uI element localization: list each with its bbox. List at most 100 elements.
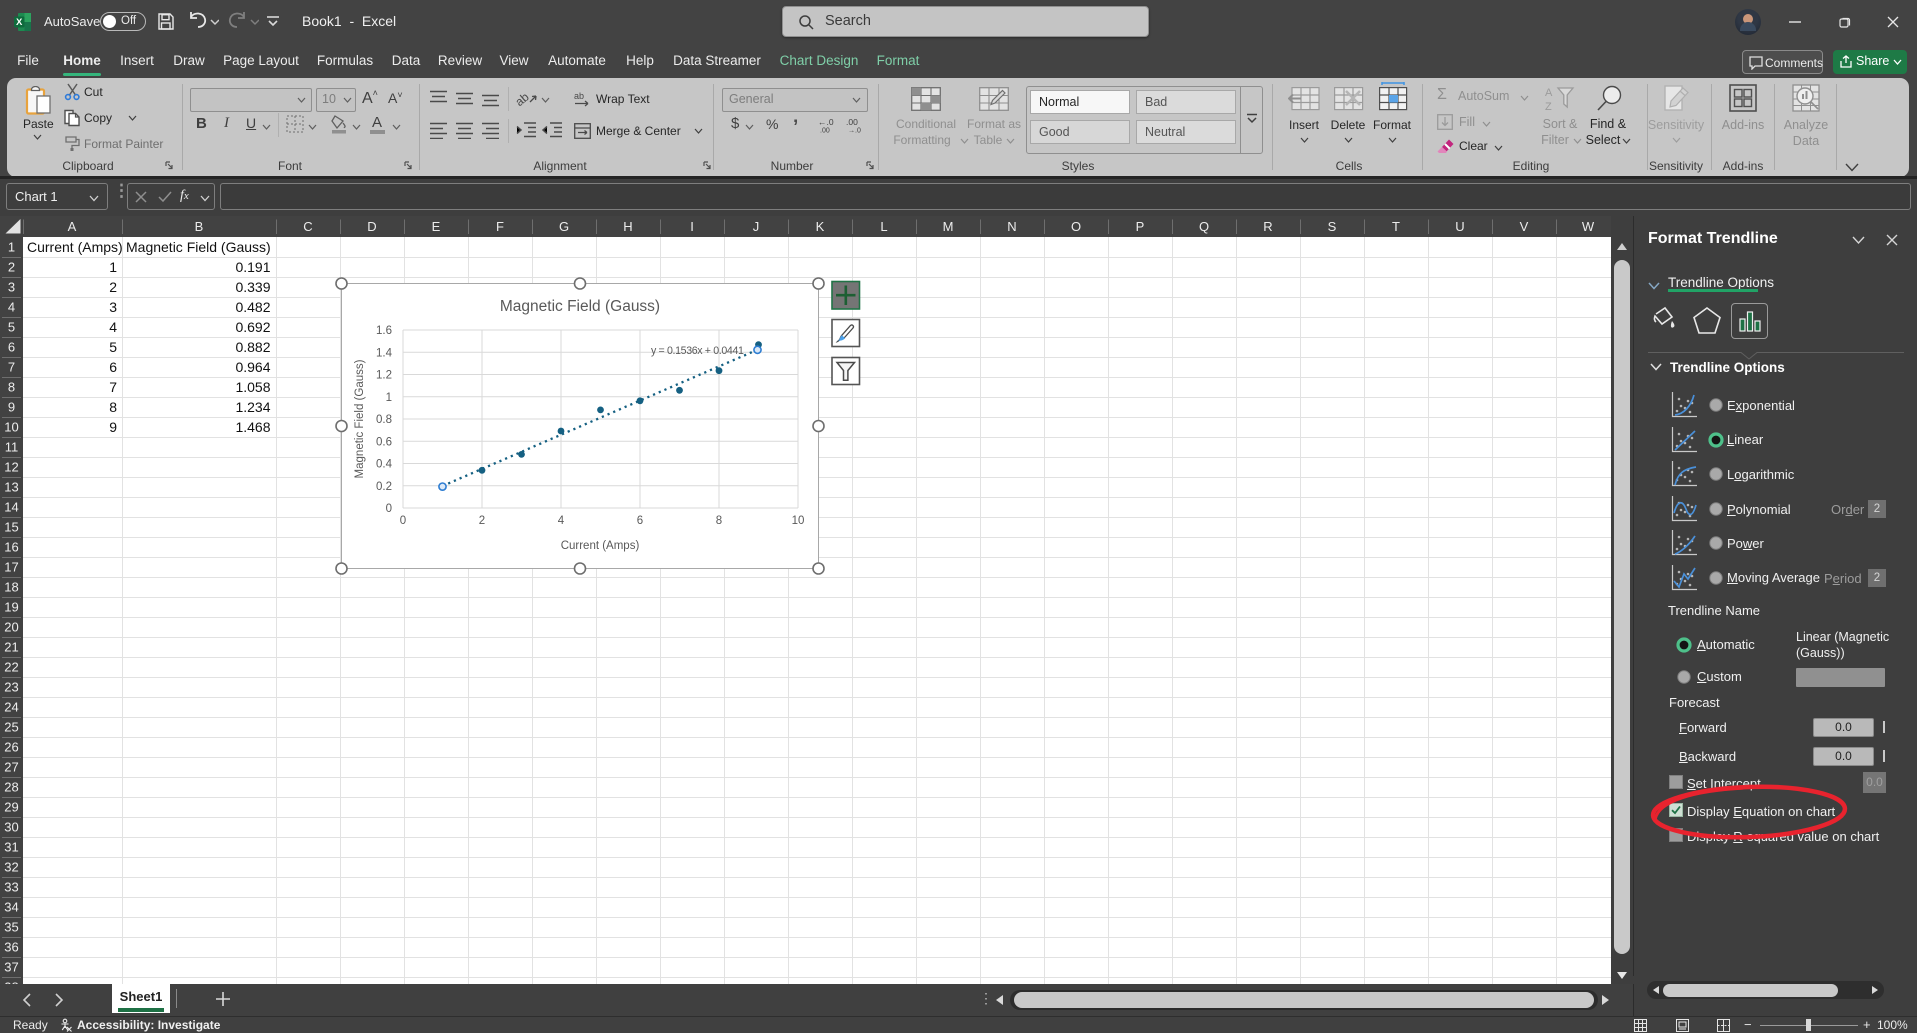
svg-text:S: S bbox=[1328, 219, 1337, 234]
svg-text:13: 13 bbox=[4, 480, 18, 495]
svg-text:E: E bbox=[432, 219, 441, 234]
svg-text:6: 6 bbox=[109, 359, 117, 375]
svg-text:ab: ab bbox=[574, 91, 584, 101]
svg-text:Magnetic Field (Gauss): Magnetic Field (Gauss) bbox=[354, 359, 366, 478]
svg-text:7: 7 bbox=[109, 379, 117, 395]
svg-text:Z: Z bbox=[1545, 101, 1552, 112]
svg-text:1.058: 1.058 bbox=[235, 379, 270, 395]
svg-text:0.482: 0.482 bbox=[235, 299, 270, 315]
svg-text:14: 14 bbox=[4, 500, 18, 515]
svg-text:15: 15 bbox=[4, 520, 18, 535]
svg-text:F: F bbox=[496, 219, 504, 234]
svg-text:4: 4 bbox=[558, 515, 565, 527]
svg-text:1.234: 1.234 bbox=[235, 399, 270, 415]
svg-text:Current (Amps): Current (Amps) bbox=[27, 239, 123, 255]
svg-text:29: 29 bbox=[4, 800, 18, 815]
svg-text:→.0: →.0 bbox=[848, 128, 861, 134]
svg-text:Current (Amps): Current (Amps) bbox=[561, 540, 640, 552]
svg-text:L: L bbox=[880, 219, 887, 234]
svg-text:37: 37 bbox=[4, 960, 18, 975]
svg-text:Magnetic Field (Gauss): Magnetic Field (Gauss) bbox=[126, 239, 271, 255]
svg-text:0.6: 0.6 bbox=[376, 436, 392, 448]
svg-text:19: 19 bbox=[4, 600, 18, 615]
svg-text:0.692: 0.692 bbox=[235, 319, 270, 335]
svg-text:35: 35 bbox=[4, 920, 18, 935]
svg-text:.00: .00 bbox=[820, 128, 830, 134]
svg-text:2: 2 bbox=[479, 515, 485, 527]
svg-text:R: R bbox=[1263, 219, 1272, 234]
svg-text:C: C bbox=[303, 219, 312, 234]
svg-text:9: 9 bbox=[109, 419, 117, 435]
svg-text:B: B bbox=[195, 219, 204, 234]
svg-text:36: 36 bbox=[4, 940, 18, 955]
svg-text:O: O bbox=[1071, 219, 1081, 234]
svg-text:1: 1 bbox=[8, 240, 15, 255]
svg-text:16: 16 bbox=[4, 540, 18, 555]
svg-text:W: W bbox=[1582, 219, 1595, 234]
svg-text:←.0: ←.0 bbox=[818, 117, 834, 127]
svg-text:1.468: 1.468 bbox=[235, 419, 270, 435]
svg-text:0.882: 0.882 bbox=[235, 339, 270, 355]
svg-text:3: 3 bbox=[109, 299, 117, 315]
svg-text:N: N bbox=[1007, 219, 1016, 234]
svg-text:0.191: 0.191 bbox=[235, 259, 270, 275]
svg-text:y = 0.1536x + 0.0441: y = 0.1536x + 0.0441 bbox=[651, 345, 744, 357]
svg-text:1.4: 1.4 bbox=[376, 347, 393, 359]
svg-text:22: 22 bbox=[4, 660, 18, 675]
svg-text:7: 7 bbox=[8, 360, 15, 375]
svg-text:31: 31 bbox=[4, 840, 18, 855]
svg-text:18: 18 bbox=[4, 580, 18, 595]
svg-text:33: 33 bbox=[4, 880, 18, 895]
svg-text:D: D bbox=[367, 219, 376, 234]
svg-text:5: 5 bbox=[109, 339, 117, 355]
svg-text:0: 0 bbox=[400, 515, 406, 527]
svg-text:27: 27 bbox=[4, 760, 18, 775]
svg-text:4: 4 bbox=[8, 300, 15, 315]
svg-text:I: I bbox=[690, 219, 694, 234]
svg-text:8: 8 bbox=[8, 380, 15, 395]
svg-text:ab: ab bbox=[516, 90, 532, 110]
svg-text:J: J bbox=[753, 219, 760, 234]
svg-text:21: 21 bbox=[4, 640, 18, 655]
svg-text:1.6: 1.6 bbox=[376, 325, 392, 337]
svg-text:A: A bbox=[68, 219, 77, 234]
svg-text:P: P bbox=[1136, 219, 1145, 234]
svg-text:V: V bbox=[1520, 219, 1529, 234]
svg-text:2: 2 bbox=[109, 279, 117, 295]
svg-text:11: 11 bbox=[5, 440, 19, 455]
svg-text:6: 6 bbox=[8, 340, 15, 355]
svg-text:24: 24 bbox=[4, 700, 18, 715]
svg-text:10: 10 bbox=[792, 515, 805, 527]
svg-text:0.339: 0.339 bbox=[235, 279, 270, 295]
svg-text:K: K bbox=[816, 219, 825, 234]
svg-text:10: 10 bbox=[4, 420, 18, 435]
svg-text:34: 34 bbox=[4, 900, 18, 915]
svg-text:8: 8 bbox=[109, 399, 117, 415]
svg-text:23: 23 bbox=[4, 680, 18, 695]
svg-text:H: H bbox=[623, 219, 632, 234]
svg-text:T: T bbox=[1392, 219, 1400, 234]
svg-text:6: 6 bbox=[637, 515, 643, 527]
svg-text:2: 2 bbox=[8, 260, 15, 275]
svg-text:12: 12 bbox=[4, 460, 18, 475]
svg-text:M: M bbox=[943, 219, 954, 234]
svg-text:20: 20 bbox=[4, 620, 18, 635]
svg-text:1: 1 bbox=[386, 392, 392, 404]
svg-text:0.964: 0.964 bbox=[235, 359, 270, 375]
svg-text:32: 32 bbox=[4, 860, 18, 875]
svg-text:X: X bbox=[16, 17, 23, 28]
svg-text:9: 9 bbox=[8, 400, 15, 415]
svg-text:5: 5 bbox=[8, 320, 15, 335]
svg-text:0.4: 0.4 bbox=[376, 459, 393, 471]
svg-text:1: 1 bbox=[109, 259, 117, 275]
svg-text:17: 17 bbox=[4, 560, 18, 575]
svg-text:25: 25 bbox=[4, 720, 18, 735]
svg-text:U: U bbox=[1455, 219, 1464, 234]
svg-text:3: 3 bbox=[8, 280, 15, 295]
svg-text:0: 0 bbox=[386, 503, 392, 515]
svg-text:26: 26 bbox=[4, 740, 18, 755]
svg-text:28: 28 bbox=[4, 780, 18, 795]
svg-text:.00: .00 bbox=[846, 117, 858, 127]
svg-text:4: 4 bbox=[109, 319, 117, 335]
svg-text:1.2: 1.2 bbox=[376, 370, 392, 382]
